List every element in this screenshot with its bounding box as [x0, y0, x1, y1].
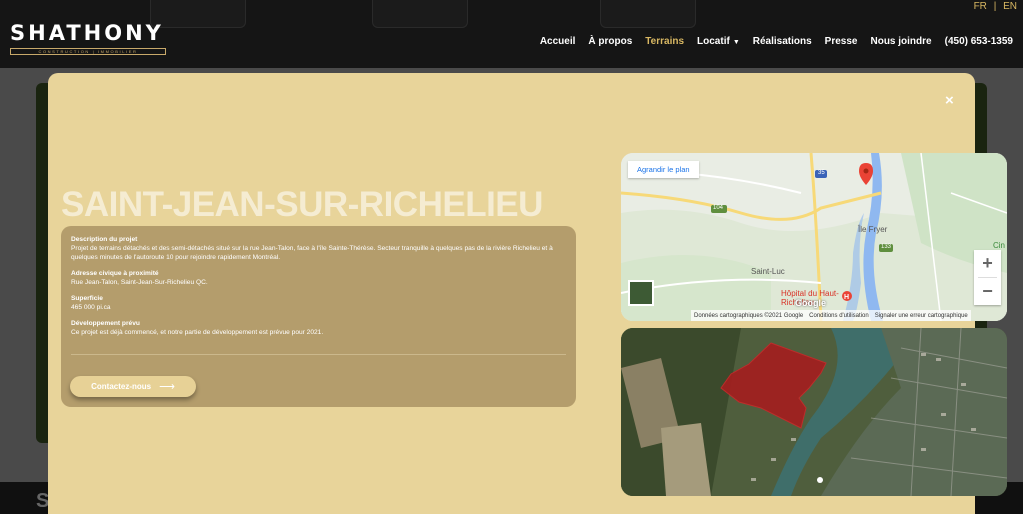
route-133-label: 133	[881, 244, 892, 250]
close-icon[interactable]: ×	[945, 92, 954, 109]
chevron-down-icon: ▼	[732, 39, 740, 46]
google-logo: Google	[795, 298, 826, 308]
project-info-panel: Description du projet Projet de terrains…	[61, 226, 576, 407]
logo-title: SHATHONY	[10, 21, 164, 45]
zoom-in-button[interactable]: +	[974, 250, 1001, 277]
map-copyright: Données cartographiques ©2021 Google	[694, 312, 804, 319]
background-ghost-tab	[372, 0, 468, 28]
language-switcher: FR | EN	[970, 1, 1017, 12]
nav-locatif[interactable]: Locatif ▼	[697, 36, 740, 47]
map-terms-link[interactable]: Conditions d'utilisation	[809, 313, 869, 319]
contact-button-label: Contactez-nous	[91, 382, 152, 391]
map-zoom-control: + −	[974, 250, 1001, 305]
satellite-toggle[interactable]	[628, 280, 654, 306]
nav-accueil[interactable]: Accueil	[540, 36, 576, 47]
map-label-ile-fryer: Île Fryer	[858, 225, 888, 234]
map-label-cin: Cin	[993, 241, 1006, 250]
nav-realisations[interactable]: Réalisations	[753, 36, 812, 47]
nav-terrains[interactable]: Terrains	[645, 36, 684, 47]
map-footer: Données cartographiques ©2021 Google Con…	[691, 310, 971, 321]
logo-subtitle: CONSTRUCTION | IMMOBILIER	[10, 48, 166, 55]
nav-a-propos[interactable]: À propos	[588, 36, 632, 47]
lang-fr[interactable]: FR	[974, 1, 987, 12]
enlarge-map-button[interactable]: Agrandir le plan	[628, 161, 699, 178]
contact-button[interactable]: Contactez-nous ⟶	[70, 376, 196, 397]
map-report-link[interactable]: Signaler une erreur cartographique	[875, 313, 968, 319]
address-label: Adresse civique à proximité	[71, 270, 159, 277]
description-text: Projet de terrains détachés et des semi-…	[71, 245, 553, 261]
divider	[71, 354, 566, 355]
zoom-out-button[interactable]: −	[974, 278, 1001, 305]
satellite-graphic	[621, 328, 1007, 496]
development-label: Développement prévu	[71, 320, 140, 327]
address-text: Rue Jean-Talon, Saint-Jean-Sur-Richelieu…	[71, 279, 208, 286]
map-label-saint-luc: Saint-Luc	[751, 267, 785, 276]
arrow-right-icon: ⟶	[159, 381, 175, 393]
lang-en[interactable]: EN	[1003, 1, 1017, 12]
area-text: 465 000 pi.ca	[71, 304, 111, 311]
area-label: Superficie	[71, 295, 103, 302]
nav-phone[interactable]: (450) 653-1359	[945, 36, 1013, 47]
project-modal: × SAINT-JEAN-SUR-RICHELIEU Description d…	[48, 73, 1007, 514]
project-title: SAINT-JEAN-SUR-RICHELIEU	[61, 185, 543, 224]
location-map[interactable]: H 104 35 133 Île Fryer Saint-Luc Cin Hôp…	[621, 153, 1007, 321]
route-35-label: 35	[818, 170, 825, 176]
nav-presse[interactable]: Presse	[825, 36, 858, 47]
carousel-dot[interactable]	[817, 477, 823, 483]
site-logo[interactable]: SHATHONY CONSTRUCTION | IMMOBILIER	[10, 22, 166, 55]
site-header: SHATHONY CONSTRUCTION | IMMOBILIER FR | …	[0, 0, 1023, 68]
development-text: Ce projet est déjà commencé, et notre pa…	[71, 329, 324, 336]
site-satellite-image	[621, 328, 1007, 496]
nav-locatif-label: Locatif	[697, 36, 730, 47]
route-104-label: 104	[713, 205, 724, 211]
description-label: Description du projet	[71, 236, 138, 243]
lang-separator: |	[993, 1, 997, 12]
background-ghost-tab	[600, 0, 696, 28]
main-nav: Accueil À propos Terrains Locatif ▼ Réali…	[540, 36, 1013, 47]
nav-nous-joindre[interactable]: Nous joindre	[870, 36, 931, 47]
